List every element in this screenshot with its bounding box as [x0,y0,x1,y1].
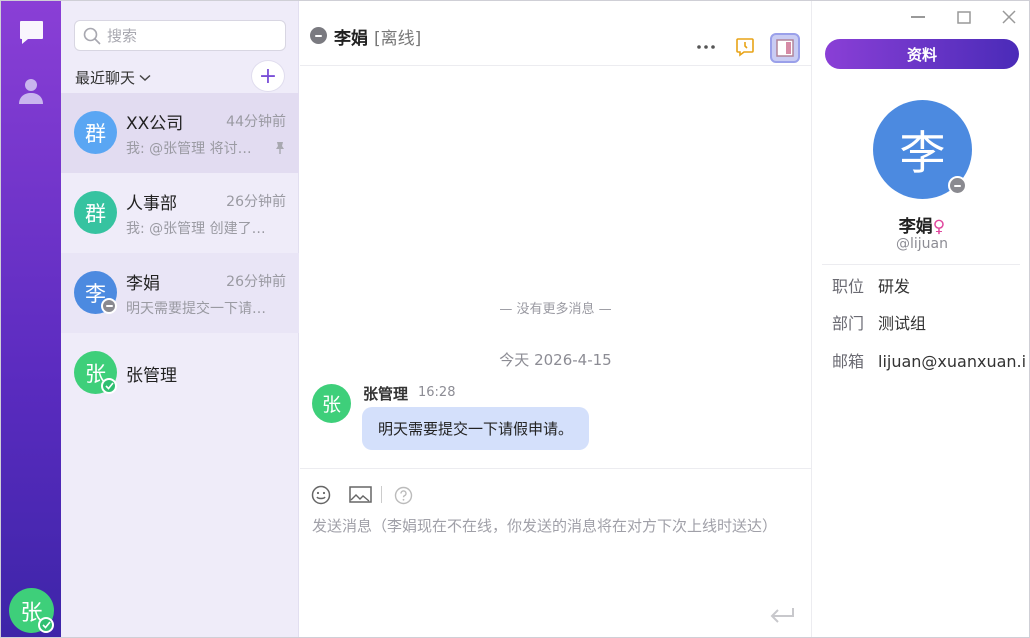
maximize-icon [957,10,971,24]
nav-rail: 张 [1,1,61,637]
contact-avatar: 李 [74,271,117,314]
pin-icon[interactable] [274,140,286,159]
avatar-text: 张 [321,394,341,416]
chat-item-time: 26分钟前 [226,274,286,290]
group-avatar: 群 [74,111,117,154]
female-icon: ♀ [932,217,946,237]
emoji-icon [311,485,331,505]
search-input[interactable] [107,26,277,45]
field-label: 部门 [832,314,865,333]
chat-panel: 李娟 [离线] — 没有更多消息 — 今天 2026-4-15 张 张管理 16… [300,1,811,637]
profile-name: 李娟♀ [812,212,1029,237]
field-value: 测试组 [878,314,927,333]
close-icon [1002,10,1016,24]
field-label: 职位 [832,277,865,296]
date-divider: 今天 2026-4-15 [499,351,612,369]
search-box[interactable] [74,20,286,51]
chat-item-preview: 明天需要提交一下请… [126,301,266,317]
chat-status: [离线] [374,29,422,49]
toggle-sidebar-button[interactable] [770,33,800,63]
profile-field-department: 部门 测试组 [832,310,926,334]
add-chat-button[interactable]: + [251,60,285,92]
chevron-down-icon [139,74,151,81]
offline-status-icon [101,298,117,314]
search-icon [83,27,101,45]
avatar-text: 群 [85,121,106,146]
chat-item-name: 人事部 [126,194,177,214]
recent-chats-label: 最近聊天 [75,69,136,87]
enter-icon [770,608,794,623]
avatar-text: 李 [899,125,946,180]
plus-icon: + [258,63,278,89]
online-status-icon [38,617,54,633]
profile-field-position: 职位 研发 [832,273,910,297]
profile-field-email: 邮箱 lijuan@xuanxuan.i [832,348,1026,372]
group-avatar: 群 [74,191,117,234]
user-avatar[interactable]: 张 [9,588,54,633]
app-window: 张 最近聊天 + 群 XX公司 44分钟前 我: @张管理 将讨… [0,0,1030,638]
chat-item-preview: 我: @张管理 将讨… [126,141,252,157]
chat-item-preview: 我: @张管理 创建了… [126,221,266,237]
tab-profile[interactable]: 资料 [825,39,1019,69]
message-list[interactable]: — 没有更多消息 — 今天 2026-4-15 张 张管理 16:28 明天需要… [300,67,811,468]
more-icon [697,45,715,49]
avatar-text: 群 [85,201,106,226]
maximize-button[interactable] [954,7,974,27]
more-options-button[interactable] [691,32,721,62]
message-input[interactable] [312,515,808,595]
close-button[interactable] [999,7,1019,27]
help-icon [394,486,412,504]
chat-item-xx-company[interactable]: 群 XX公司 44分钟前 我: @张管理 将讨… [61,93,299,173]
profile-panel: 资料 李 李娟♀ @lijuan 职位 研发 部门 测试组 邮箱 lijuan@xua… [811,1,1029,637]
contact-avatar: 张 [74,351,117,394]
image-button[interactable] [347,483,373,507]
toolbar-divider [381,486,382,503]
message-composer [300,468,811,637]
field-value[interactable]: lijuan@xuanxuan.i [878,352,1026,371]
history-button[interactable] [730,32,760,62]
chat-title: 李娟 [334,29,368,49]
divider [822,264,1020,265]
image-icon [348,486,372,503]
chat-item-time: 26分钟前 [226,194,286,210]
profile-handle: @lijuan [896,236,948,252]
chat-item-li-juan[interactable]: 李 李娟 26分钟前 明天需要提交一下请… [61,253,299,333]
recent-chats-dropdown[interactable]: 最近聊天 [75,67,151,88]
contacts-nav-icon[interactable] [17,77,45,105]
profile-avatar: 李 [873,100,972,199]
no-more-messages: — 没有更多消息 — [499,302,612,317]
profile-name-text: 李娟 [898,217,933,237]
offline-status-icon [310,27,327,44]
message-bubble[interactable]: 明天需要提交一下请假申请。 [362,407,590,450]
field-label: 邮箱 [832,352,865,371]
offline-status-icon [948,176,967,195]
emoji-button[interactable] [309,483,333,507]
online-status-icon [101,378,117,394]
message-avatar[interactable]: 张 [312,384,351,423]
field-value: 研发 [878,277,911,296]
help-button[interactable] [391,483,415,507]
chat-header: 李娟 [离线] [300,1,811,66]
send-button[interactable] [769,607,795,629]
minimize-icon [911,16,925,18]
chat-item-name: 张管理 [126,366,177,386]
chat-item-hr-dept[interactable]: 群 人事部 26分钟前 我: @张管理 创建了… [61,173,299,253]
sidebar-icon [776,39,794,57]
message-sender: 张管理 [363,385,409,403]
chat-item-name: 李娟 [126,274,160,294]
message-time: 16:28 [418,385,456,400]
minimize-button[interactable] [908,7,928,27]
chat-item-name: XX公司 [126,114,184,134]
chat-item-zhang-admin[interactable]: 张 张管理 [61,333,299,413]
chat-nav-icon[interactable] [17,18,45,46]
chat-list-panel: 最近聊天 + 群 XX公司 44分钟前 我: @张管理 将讨… 群 人事部 26… [61,1,299,637]
clock-icon [736,38,754,57]
chat-item-time: 44分钟前 [226,114,286,130]
